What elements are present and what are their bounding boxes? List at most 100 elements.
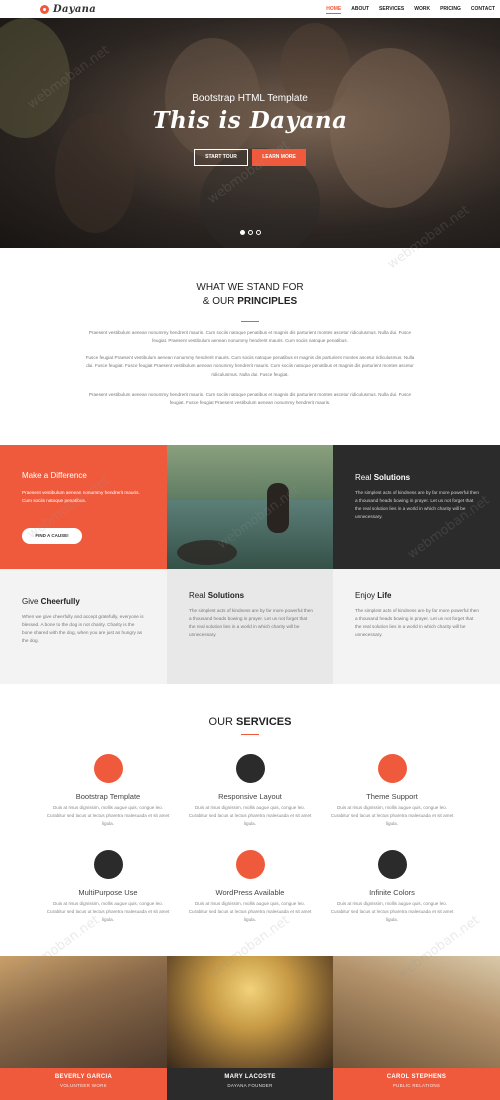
service-item: Bootstrap Template Duis at risus digniss… — [33, 754, 183, 829]
member-photo — [0, 956, 167, 1068]
service-circle-icon — [93, 754, 123, 783]
slider-dot-1[interactable] — [239, 230, 245, 235]
feature-text: Praesent vestibulum aenean nonummy hendr… — [22, 490, 140, 504]
find-cause-button[interactable]: FIND A CAUSE! — [22, 528, 82, 544]
feature-real-solutions: Real Solutions The simplest acts of kind… — [167, 569, 333, 684]
service-desc: Duis at risus dignissim, mollis augue qu… — [330, 901, 454, 923]
feature-title-prefix: Real — [189, 591, 208, 600]
principles-title-line1: WHAT WE STAND FOR — [196, 282, 304, 293]
slider-dot-2[interactable] — [247, 230, 253, 235]
feature-title-bold: Solutions — [373, 473, 411, 482]
logo-mark-icon — [40, 4, 49, 14]
member-photo — [333, 956, 500, 1068]
slider-dot-3[interactable] — [255, 230, 261, 235]
service-circle-icon — [235, 754, 265, 783]
title-underline — [241, 321, 259, 322]
logo[interactable]: Dayana — [40, 3, 96, 15]
member-name: CAROL STEPHENS — [386, 1074, 447, 1080]
feature-title-bold: Life — [377, 591, 392, 600]
service-item: WordPress Available Duis at risus dignis… — [175, 850, 325, 925]
nav-home-label: HOME — [326, 6, 342, 14]
title-underline — [241, 734, 259, 735]
service-item: Infinite Colors Duis at risus dignissim,… — [317, 850, 467, 925]
member-role: VOLUNTEER WORK — [60, 1083, 107, 1088]
feature-title-bold: Solutions — [207, 591, 245, 600]
main-nav: HOME ABOUT SERVICES WORK PRICING CONTACT — [321, 0, 500, 18]
service-circle-icon — [377, 850, 407, 879]
member-caption: CAROL STEPHENS PUBLIC RELATIONS — [333, 1068, 500, 1100]
services-title: OUR SERVICES — [0, 716, 500, 728]
service-name: Infinite Colors — [369, 888, 415, 897]
logo-text: Dayana — [53, 3, 96, 15]
feature-title: Real Solutions — [355, 473, 410, 482]
photo-woman-figure — [267, 483, 289, 533]
feature-text: The simplest acts of kindness are by far… — [355, 490, 480, 520]
nav-about-label: ABOUT — [351, 6, 370, 12]
nav-pricing[interactable]: PRICING — [435, 0, 466, 18]
feature-title: Make a Difference — [22, 471, 87, 480]
service-circle-icon — [377, 754, 407, 783]
service-name: Bootstrap Template — [75, 792, 141, 801]
nav-pricing-label: PRICING — [440, 6, 461, 12]
member-caption: MARY LACOSTE DAYANA FOUNDER — [167, 1068, 333, 1100]
team-member-carol[interactable]: CAROL STEPHENS PUBLIC RELATIONS — [333, 956, 500, 1100]
team-member-mary[interactable]: MARY LACOSTE DAYANA FOUNDER — [167, 956, 333, 1100]
feature-title-prefix: Enjoy — [355, 591, 378, 600]
nav-work-label: WORK — [414, 6, 431, 12]
photo-rocks — [177, 540, 237, 565]
nav-services[interactable]: SERVICES — [374, 0, 409, 18]
feature-text: When we give cheerfully and accept grate… — [22, 614, 144, 644]
member-role: DAYANA FOUNDER — [227, 1083, 273, 1088]
principles-paragraph-3: Praesent vestibulum aenean nonummy hendr… — [88, 392, 412, 406]
feature-give-cheerfully: Give Cheerfully When we give cheerfully … — [0, 569, 167, 684]
feature-title-prefix: Give — [22, 597, 41, 606]
service-name: WordPress Available — [215, 888, 285, 897]
feature-title: Give Cheerfully — [22, 597, 80, 606]
navbar: Dayana HOME ABOUT SERVICES WORK PRICING … — [0, 0, 500, 18]
feature-title-prefix: Real — [355, 473, 374, 482]
nav-contact[interactable]: CONTACT — [466, 0, 500, 18]
hero-subtitle: Bootstrap HTML Template — [192, 93, 308, 104]
member-role: PUBLIC RELATIONS — [392, 1083, 441, 1088]
service-desc: Duis at risus dignissim, mollis augue qu… — [330, 805, 454, 827]
nav-services-label: SERVICES — [379, 6, 405, 12]
start-tour-button[interactable]: START TOUR — [194, 149, 248, 166]
feature-real-solutions-dark: Real Solutions The simplest acts of kind… — [333, 445, 500, 569]
principles-title-bold: PRINCIPLES — [237, 296, 298, 307]
service-desc: Duis at risus dignissim, mollis augue qu… — [188, 805, 312, 827]
member-photo — [167, 956, 333, 1068]
service-desc: Duis at risus dignissim, mollis augue qu… — [46, 805, 170, 827]
member-caption: BEVERLY GARCIA VOLUNTEER WORK — [0, 1068, 167, 1100]
services-title-prefix: OUR — [208, 716, 237, 728]
feature-enjoy-life: Enjoy Life The simplest acts of kindness… — [333, 569, 500, 684]
team-member-beverly[interactable]: BEVERLY GARCIA VOLUNTEER WORK — [0, 956, 167, 1100]
nav-work[interactable]: WORK — [409, 0, 435, 18]
principles-paragraph-1: Praesent vestibulum aenean nonummy hendr… — [88, 330, 412, 344]
service-name: Theme Support — [366, 792, 418, 801]
learn-more-button[interactable]: LEARN MORE — [252, 149, 306, 166]
service-item: MultiPurpose Use Duis at risus dignissim… — [33, 850, 183, 925]
feature-title: Enjoy Life — [355, 591, 391, 600]
nav-home[interactable]: HOME — [321, 0, 346, 18]
principles-paragraph-2: Fusce feugiat Praesent vestibulum aenean… — [85, 355, 415, 377]
nav-contact-label: CONTACT — [470, 6, 495, 12]
principles-title-line2: & OUR PRINCIPLES — [0, 296, 500, 307]
hero-slider: Bootstrap HTML Template This is Dayana S… — [0, 18, 500, 248]
service-circle-icon — [93, 850, 123, 879]
feature-photo-lake — [167, 445, 333, 569]
photo-trees — [167, 445, 333, 500]
services-title-bold: SERVICES — [236, 716, 292, 728]
hero-title: This is Dayana — [152, 107, 348, 134]
service-desc: Duis at risus dignissim, mollis augue qu… — [46, 901, 170, 923]
feature-text: The simplest acts of kindness are by far… — [355, 608, 480, 638]
service-item: Theme Support Duis at risus dignissim, m… — [317, 754, 467, 829]
feature-text: The simplest acts of kindness are by far… — [189, 608, 314, 638]
team-section: BEVERLY GARCIA VOLUNTEER WORK MARY LACOS… — [0, 956, 500, 1100]
nav-about[interactable]: ABOUT — [346, 0, 374, 18]
feature-make-difference: Make a Difference Praesent vestibulum ae… — [0, 445, 167, 569]
principles-section: WHAT WE STAND FOR & OUR PRINCIPLES Praes… — [0, 248, 500, 444]
slider-dots — [0, 230, 500, 235]
principles-title-prefix: & OUR — [202, 296, 238, 307]
service-name: Responsive Layout — [218, 792, 282, 801]
feature-title: Real Solutions — [189, 591, 244, 600]
